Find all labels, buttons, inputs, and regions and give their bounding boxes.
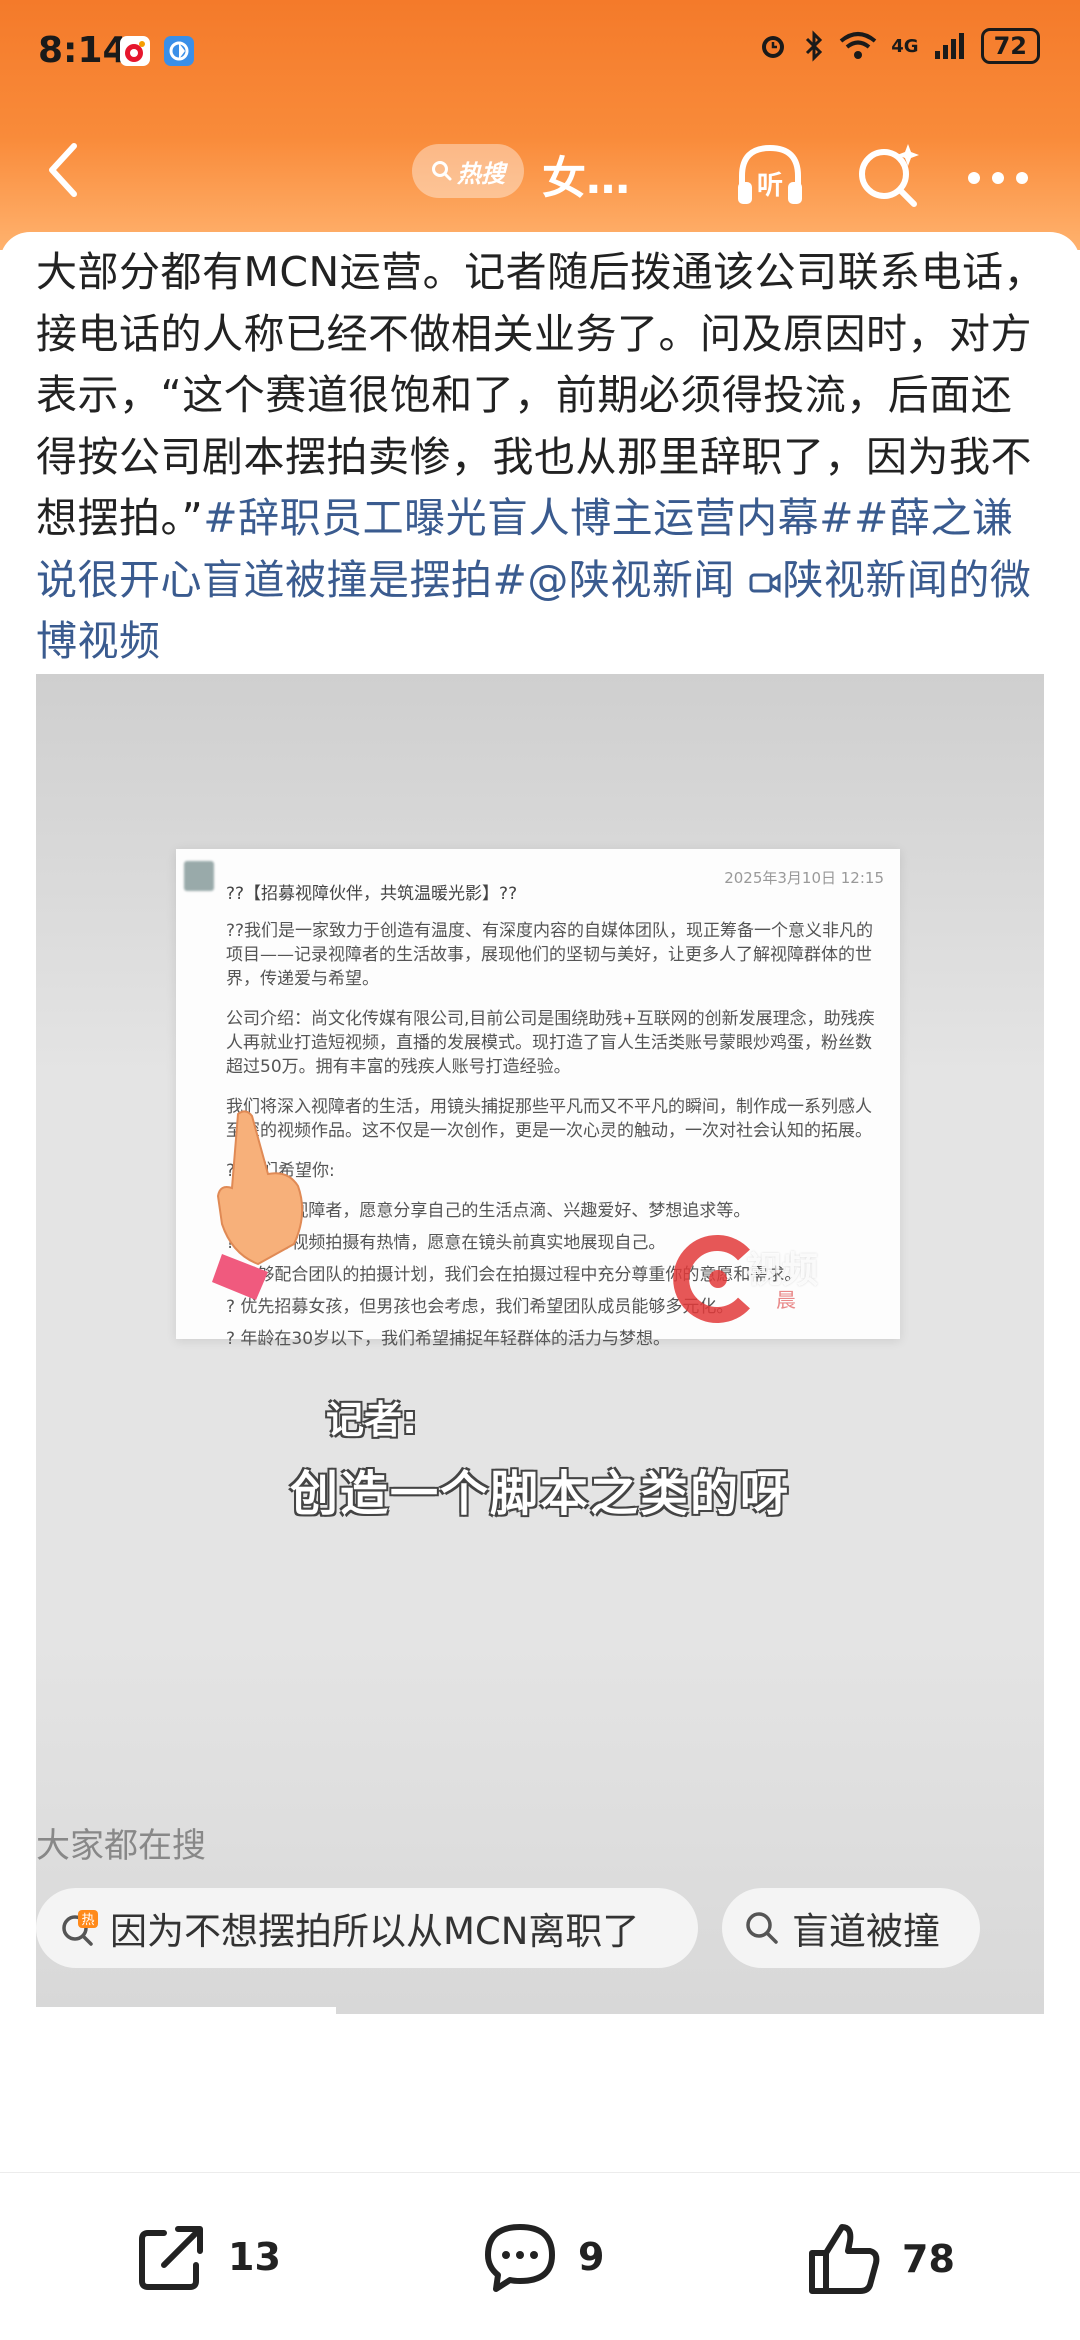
page-title: 女… [542,153,630,204]
hot-search-icon: 热 [62,1910,98,1946]
doc-paragraph: ??我们希望你: [226,1161,335,1181]
doc-paragraph: 我们将深入视障者的生活，用镜头捕捉那些平凡而又不平凡的瞬间，制作成一系列感人至深… [226,1097,872,1141]
like-button[interactable]: 78 [804,2219,955,2299]
share-button[interactable]: 13 [134,2219,281,2295]
listen-label: 听 [757,171,783,201]
listen-button[interactable]: 听 [728,134,812,218]
hot-search-label: 热搜 [457,159,505,188]
share-icon [139,2226,203,2290]
like-count: 78 [902,2237,955,2281]
hot-badge-label: 热 [81,1913,94,1928]
pointing-hand-icon [212,1110,304,1300]
hot-search-badge[interactable]: 热搜 [412,144,524,198]
doc-date: 2025年3月10日 12:15 [724,869,884,887]
video-document-screenshot: 2025年3月10日 12:15 ??【招募视障伙伴，共筑温暖光影】?? ??我… [176,849,900,1349]
trending-search-label: 因为不想摆拍所以从MCN离职了 [110,1910,640,1953]
thumbs-up-icon [809,2224,880,2294]
comment-button[interactable]: 9 [480,2219,604,2295]
signal-icon [934,33,964,59]
wifi-icon [840,32,877,59]
headphones-icon: 听 [738,144,802,204]
nav-bar: 热搜 女… 听 [0,120,1080,220]
header: 8:14 4G 72 热搜 女… 听 [0,0,1080,250]
trending-search-label: 盲道被撞 [792,1910,940,1953]
comment-count: 9 [578,2235,605,2279]
network-type: 4G [891,35,919,57]
subtitle-speaker: 记者: [326,1398,418,1442]
status-indicators: 4G 72 [757,28,1040,64]
search-button[interactable] [846,134,930,218]
share-count: 13 [228,2235,281,2279]
bluetooth-icon [806,30,823,62]
video-camera-icon [749,572,781,593]
mention-link[interactable]: @陕视新闻 [527,556,735,604]
doc-requirement: ? 年龄在30岁以下，我们希望捕捉年轻群体的活力与梦想。 [226,1329,671,1349]
comment-icon [485,2224,555,2292]
status-time: 8:14 [38,30,128,71]
trending-search-title: 大家都在搜 [36,1826,206,1866]
video-player[interactable]: 2025年3月10日 12:15 ??【招募视障伙伴，共筑温暖光影】?? ??我… [36,674,1044,2014]
doc-paragraph: 公司介绍：尚文化传媒有限公司,目前公司是围绕助残+互联网的创新发展理念，助残疾人… [226,1009,875,1077]
bottom-action-bar: 13 9 78 [0,2172,1080,2340]
search-icon [746,1912,778,1944]
trending-search-chip[interactable]: 热 因为不想摆拍所以从MCN离职了 [36,1888,698,1968]
subtitle-line: 创造一个脚本之类的呀 [289,1466,790,1522]
post-content: 大部分都有MCN运营。记者随后拨通该公司联系电话，接电话的人称已经不做相关业务了… [0,232,1080,2172]
video-progress-bar[interactable] [36,2007,336,2014]
doc-paragraph: ??我们是一家致力于创造有温度、有深度内容的自媒体团队，现正筹备一个意义非凡的项… [226,921,874,989]
post-text: 大部分都有MCN运营。记者随后拨通该公司联系电话，接电话的人称已经不做相关业务了… [36,242,1046,673]
battery-indicator: 72 [980,28,1040,64]
search-icon [432,161,452,181]
more-dots-icon [968,172,1028,184]
watermark-subtext: 晨 [776,1288,796,1312]
trending-search-chip[interactable]: 盲道被撞 [722,1888,980,1968]
hashtag-link-1[interactable]: #辞职员工曝光盲人博主运营内幕# [203,494,854,542]
doc-requirement: ? 是一位视障者，愿意分享自己的生活点滴、兴趣爱好、梦想追求等。 [226,1201,751,1221]
alarm-icon [762,36,785,58]
status-bar: 8:14 4G 72 [0,0,1080,100]
doc-heading: ??【招募视障伙伴，共筑温暖光影】?? [226,884,518,904]
back-button[interactable] [30,130,100,210]
more-button[interactable] [956,134,1040,218]
browser-notification-icon [164,36,194,66]
blurred-avatar [184,861,214,891]
back-arrow-icon [49,143,77,197]
search-sparkle-icon [859,144,919,207]
weibo-notification-icon [120,36,150,66]
